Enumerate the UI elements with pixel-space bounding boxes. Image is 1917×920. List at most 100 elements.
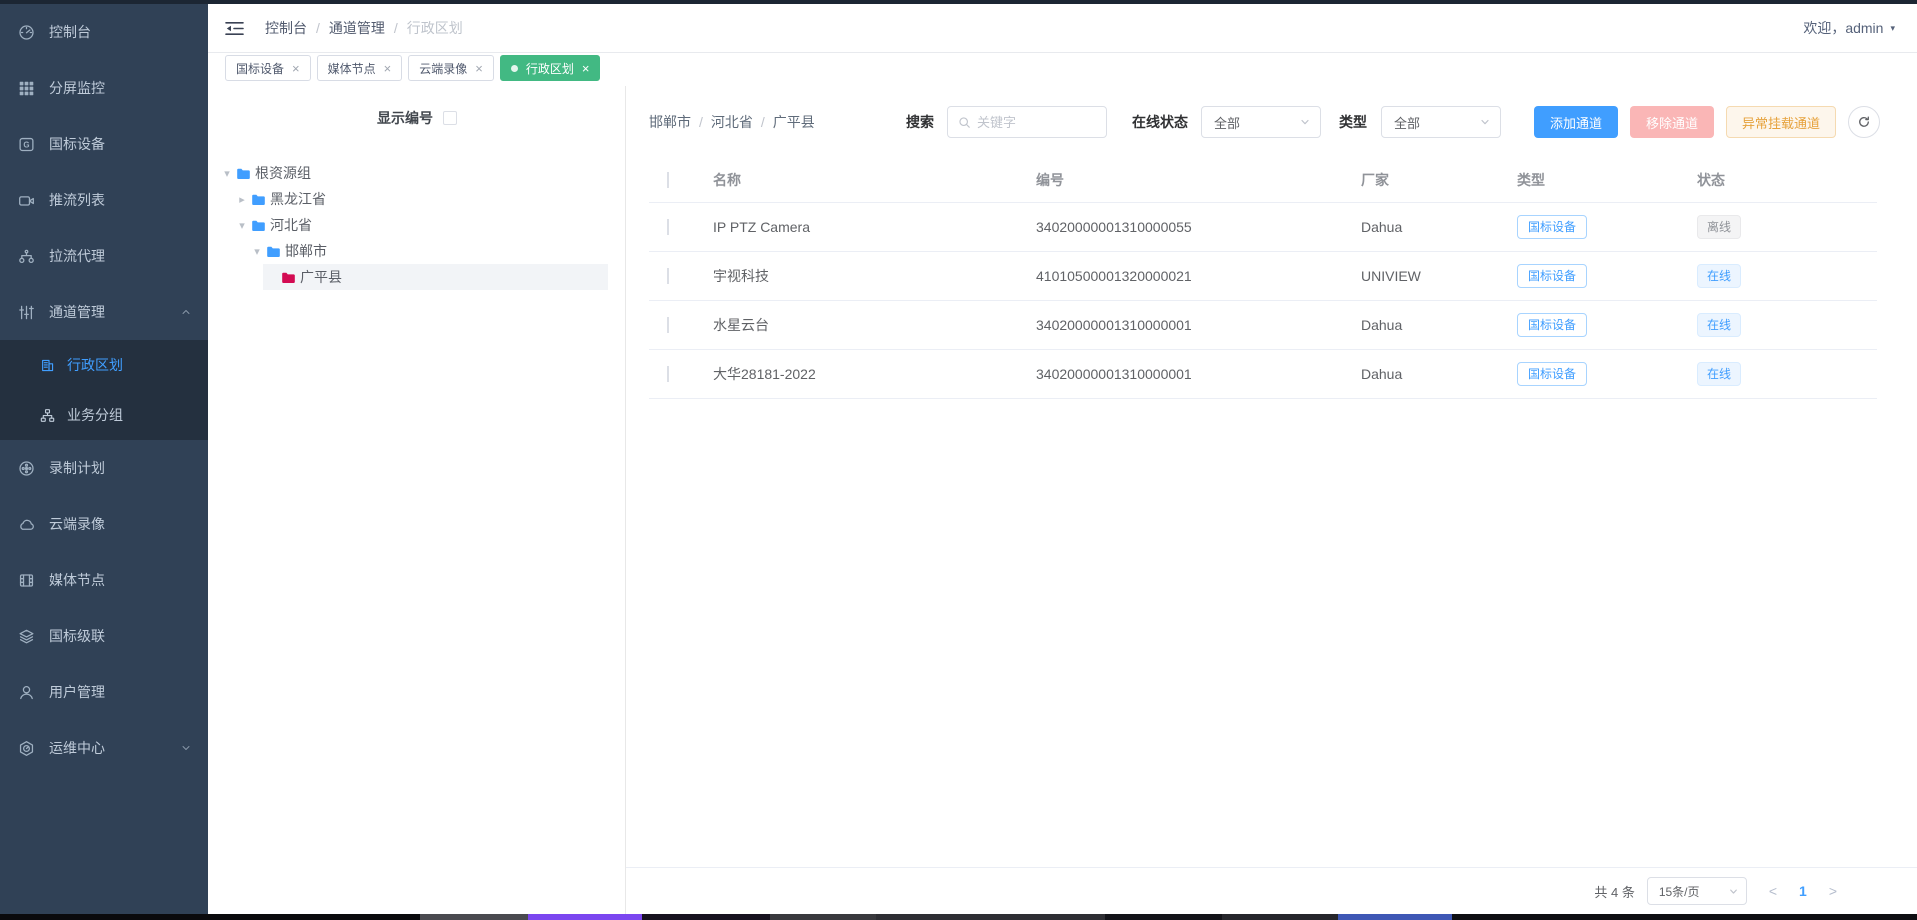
sidebar-item-business-group[interactable]: 业务分组: [0, 390, 208, 440]
tree-node[interactable]: ▾ 邯郸市: [248, 238, 608, 264]
breadcrumb-item[interactable]: 通道管理: [329, 18, 385, 38]
caret-right-icon[interactable]: ▸: [233, 193, 251, 206]
sidebar-item-user-mgmt[interactable]: 用户管理: [0, 664, 208, 720]
show-number-checkbox[interactable]: [443, 111, 457, 125]
add-channel-button[interactable]: 添加通道: [1534, 106, 1618, 138]
table-row: 大华28181-202234020000001310000001Dahua国标设…: [649, 350, 1877, 399]
tree-node[interactable]: ▸黑龙江省: [233, 186, 608, 212]
cell-name: 宇视科技: [689, 266, 1012, 286]
refresh-button[interactable]: [1848, 106, 1880, 138]
search-input[interactable]: [977, 115, 1096, 130]
column-header: 厂家: [1337, 170, 1493, 190]
cell-code: 34020000001310000055: [1012, 219, 1337, 235]
share-icon: [18, 248, 35, 265]
caret-down-icon[interactable]: ▾: [218, 167, 236, 180]
menu-fold-icon[interactable]: [225, 21, 244, 36]
tab-close-icon[interactable]: ×: [475, 62, 483, 75]
tab-close-icon[interactable]: ×: [582, 62, 590, 75]
sidebar-item-pull-proxy[interactable]: 拉流代理: [0, 228, 208, 284]
sidebar-item-ops-center[interactable]: 运维中心: [0, 720, 208, 776]
tab-close-icon[interactable]: ×: [384, 62, 392, 75]
tree-node-label: 根资源组: [255, 163, 311, 183]
tree-node[interactable]: ▾ 河北省: [233, 212, 608, 238]
folder-blue-icon: [251, 219, 266, 232]
row-checkbox-cell: [649, 317, 689, 333]
channel-table-panel: 邯郸市/河北省/广平县 搜索 在线状态 全部 类型 全部: [625, 86, 1917, 914]
row-checkbox[interactable]: [667, 366, 669, 382]
sidebar-item-label: 用户管理: [49, 682, 105, 702]
user-menu[interactable]: 欢迎，admin ▾: [1803, 18, 1895, 38]
select-all-checkbox[interactable]: [667, 172, 669, 188]
next-page-button[interactable]: >: [1829, 883, 1837, 899]
pagination: 共 4 条 15条/页 < 1 >: [626, 867, 1917, 914]
active-tab-dot: [511, 65, 518, 72]
toolbar: 邯郸市/河北省/广平县 搜索 在线状态 全部 类型 全部: [626, 86, 1917, 158]
grid-icon: [18, 80, 35, 97]
sidebar-item-channel-mgmt[interactable]: 通道管理: [0, 284, 208, 340]
sidebar-item-media-node[interactable]: 媒体节点: [0, 552, 208, 608]
status-badge: 在线: [1697, 264, 1741, 288]
chevron-up-icon: [180, 306, 192, 318]
row-checkbox[interactable]: [667, 317, 669, 333]
breadcrumb-separator: /: [699, 114, 703, 130]
breadcrumb-item[interactable]: 控制台: [265, 18, 307, 38]
tree-node[interactable]: 广平县: [263, 264, 608, 290]
abnormal-mount-button[interactable]: 异常挂载通道: [1726, 106, 1836, 138]
cell-name: IP PTZ Camera: [689, 219, 1012, 235]
tree-node-label: 河北省: [270, 215, 312, 235]
page-size-select[interactable]: 15条/页: [1647, 877, 1747, 905]
tab-admin-division[interactable]: 行政区划 ×: [500, 55, 601, 81]
folder-blue-icon: [266, 245, 281, 258]
caret-down-icon[interactable]: ▾: [233, 219, 251, 232]
cell-vendor: UNIVIEW: [1337, 268, 1493, 284]
tab-media-node[interactable]: 媒体节点×: [317, 55, 403, 81]
tree-node[interactable]: ▾ 根资源组: [218, 160, 608, 186]
tab-cloud-record[interactable]: 云端录像 ×: [408, 55, 494, 81]
layers-icon: [18, 628, 35, 645]
caret-down-icon[interactable]: ▾: [248, 245, 266, 258]
search-input-wrap: [947, 106, 1107, 138]
cell-code: 41010500001320000021: [1012, 268, 1337, 284]
cell-status: 离线: [1673, 215, 1877, 239]
cell-vendor: Dahua: [1337, 317, 1493, 333]
remove-channel-button[interactable]: 移除通道: [1630, 106, 1714, 138]
sidebar-item-label: 控制台: [49, 22, 91, 42]
current-page[interactable]: 1: [1799, 883, 1807, 899]
table-empty-space: [626, 399, 1917, 867]
sidebar-item-console[interactable]: 控制台: [0, 4, 208, 60]
tree-node-label: 邯郸市: [285, 241, 327, 261]
online-status-select[interactable]: 全部: [1201, 106, 1321, 138]
tab-label: 行政区划: [526, 60, 574, 77]
region-tree: ▾ 根资源组 ▸黑龙江省 ▾ 河北省 ▾ 邯郸市广平县: [218, 160, 608, 290]
sidebar-item-label: 通道管理: [49, 302, 105, 322]
row-checkbox[interactable]: [667, 219, 669, 235]
tab-label: 云端录像: [419, 60, 467, 77]
folder-red-icon: [281, 271, 296, 284]
status-badge: 在线: [1697, 313, 1741, 337]
type-badge: 国标设备: [1517, 215, 1587, 239]
sidebar-submenu: 行政区划业务分组: [0, 340, 208, 440]
cell-type: 国标设备: [1493, 362, 1673, 386]
type-select[interactable]: 全部: [1381, 106, 1501, 138]
sidebar-item-label: 录制计划: [49, 458, 105, 478]
svg-text:G: G: [23, 140, 29, 149]
cell-name: 水星云台: [689, 315, 1012, 335]
sidebar-item-record-plan[interactable]: 录制计划: [0, 440, 208, 496]
content: 显示编号 ▾根资源组▸黑龙江省▾河北省▾邯郸市广平县 邯郸市/河北省/广平县 搜…: [208, 86, 1917, 914]
tab-gb-device[interactable]: 国标设备×: [225, 55, 311, 81]
row-checkbox[interactable]: [667, 268, 669, 284]
tree-node-label: 广平县: [300, 267, 342, 287]
sidebar-item-push-list[interactable]: 推流列表: [0, 172, 208, 228]
sidebar-item-gb-device[interactable]: G国标设备: [0, 116, 208, 172]
prev-page-button[interactable]: <: [1769, 883, 1777, 899]
gb-device-icon: G: [18, 136, 35, 153]
type-badge: 国标设备: [1517, 313, 1587, 337]
chevron-down-icon: [180, 742, 192, 754]
cell-name: 大华28181-2022: [689, 364, 1012, 384]
sidebar-item-admin-division[interactable]: 行政区划: [0, 340, 208, 390]
sidebar-item-split-monitor[interactable]: 分屏监控: [0, 60, 208, 116]
region-tree-panel: 显示编号 ▾根资源组▸黑龙江省▾河北省▾邯郸市广平县: [208, 86, 625, 914]
sidebar-item-gb-cascade[interactable]: 国标级联: [0, 608, 208, 664]
tab-close-icon[interactable]: ×: [292, 62, 300, 75]
sidebar-item-cloud-record[interactable]: 云端录像: [0, 496, 208, 552]
